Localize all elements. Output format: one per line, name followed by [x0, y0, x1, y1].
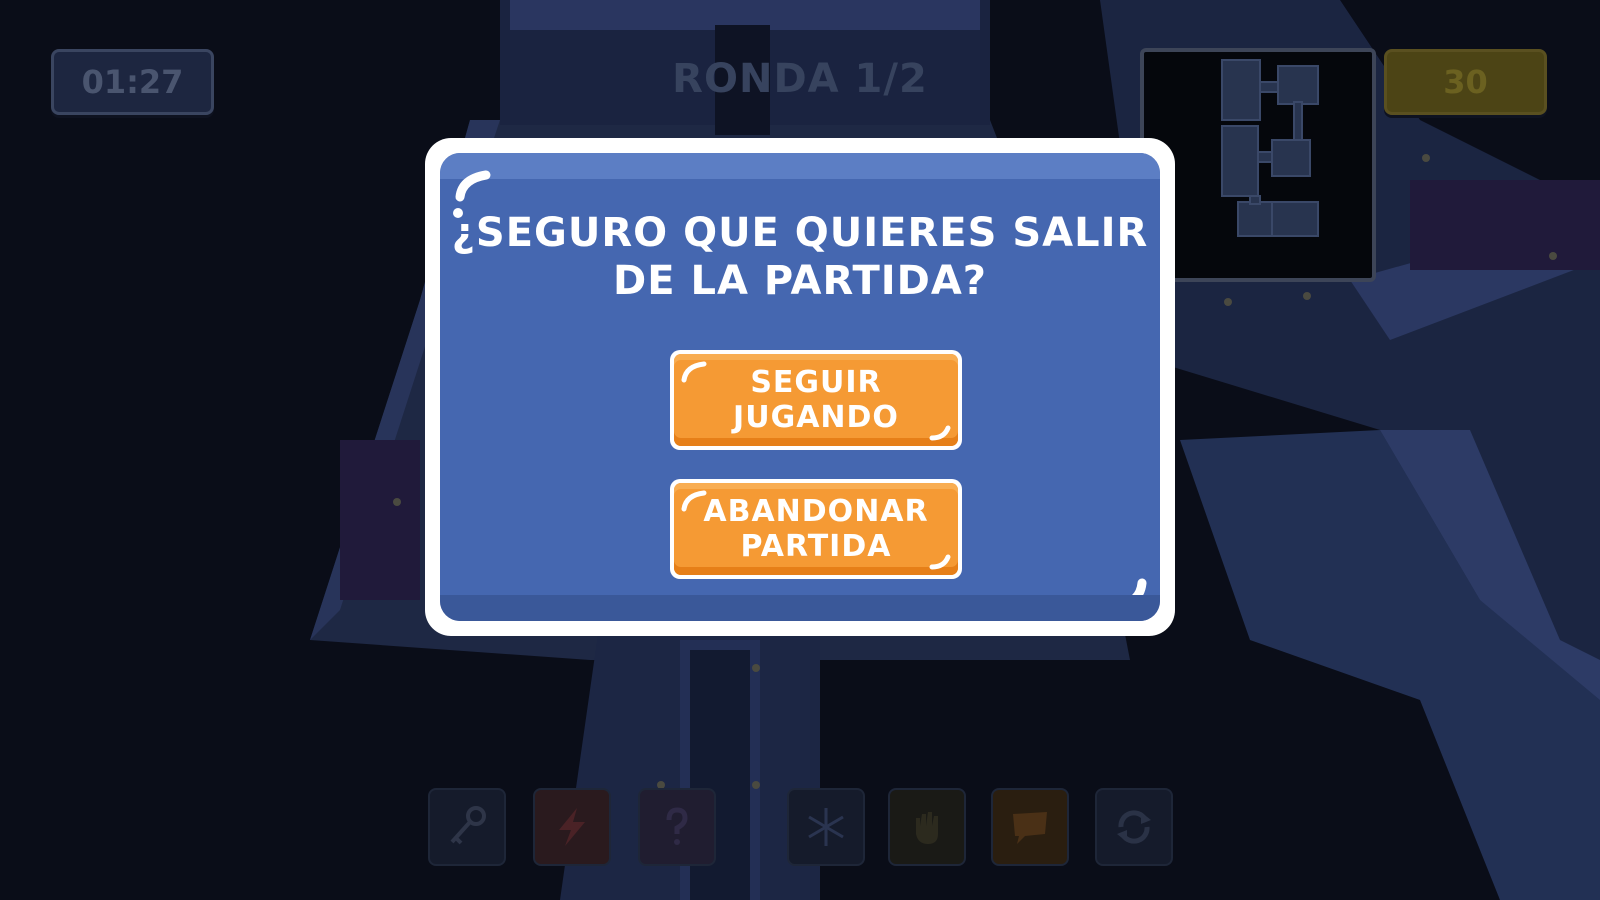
- timer-display: 01:27: [51, 49, 214, 115]
- chat-icon: [1013, 812, 1047, 844]
- toolbar-lightning[interactable]: [533, 788, 611, 866]
- exit-confirmation-dialog: ¿SEGURO QUE QUIERES SALIR DE LA PARTIDA?…: [425, 138, 1175, 636]
- abandon-match-label: ABANDONAR PARTIDA: [674, 483, 958, 575]
- continue-playing-label: SEGUIR JUGANDO: [674, 354, 958, 446]
- abandon-match-button[interactable]: ABANDONAR PARTIDA: [670, 479, 962, 579]
- dialog-title-text: ¿SEGURO QUE QUIERES SALIR DE LA PARTIDA?: [451, 210, 1149, 304]
- score-display: 30: [1384, 49, 1547, 115]
- dialog-title: ¿SEGURO QUE QUIERES SALIR DE LA PARTIDA?: [440, 209, 1160, 305]
- hand-icon: [916, 812, 938, 844]
- round-indicator: RONDA 1/2: [672, 56, 928, 102]
- snowflake-icon: [808, 808, 844, 846]
- shine-decoration-icon: [1113, 578, 1147, 610]
- key-icon: [450, 806, 486, 845]
- question-icon: [666, 807, 688, 845]
- lightning-icon: [559, 808, 585, 846]
- refresh-icon: [1117, 810, 1151, 844]
- toolbar-hand[interactable]: [888, 788, 966, 866]
- toolbar-question[interactable]: [638, 788, 716, 866]
- minimap-layout: [1221, 59, 1319, 237]
- toolbar-refresh[interactable]: [1095, 788, 1173, 866]
- continue-playing-button[interactable]: SEGUIR JUGANDO: [670, 350, 962, 450]
- minimap: [1140, 48, 1376, 282]
- toolbar-snowflake[interactable]: [787, 788, 865, 866]
- toolbar-key[interactable]: [428, 788, 506, 866]
- game-screen: 01:27 RONDA 1/2 30 ¿SEGURO QUE QUIERES S…: [0, 0, 1600, 900]
- dialog-panel: ¿SEGURO QUE QUIERES SALIR DE LA PARTIDA?…: [440, 153, 1160, 621]
- toolbar-chat[interactable]: [991, 788, 1069, 866]
